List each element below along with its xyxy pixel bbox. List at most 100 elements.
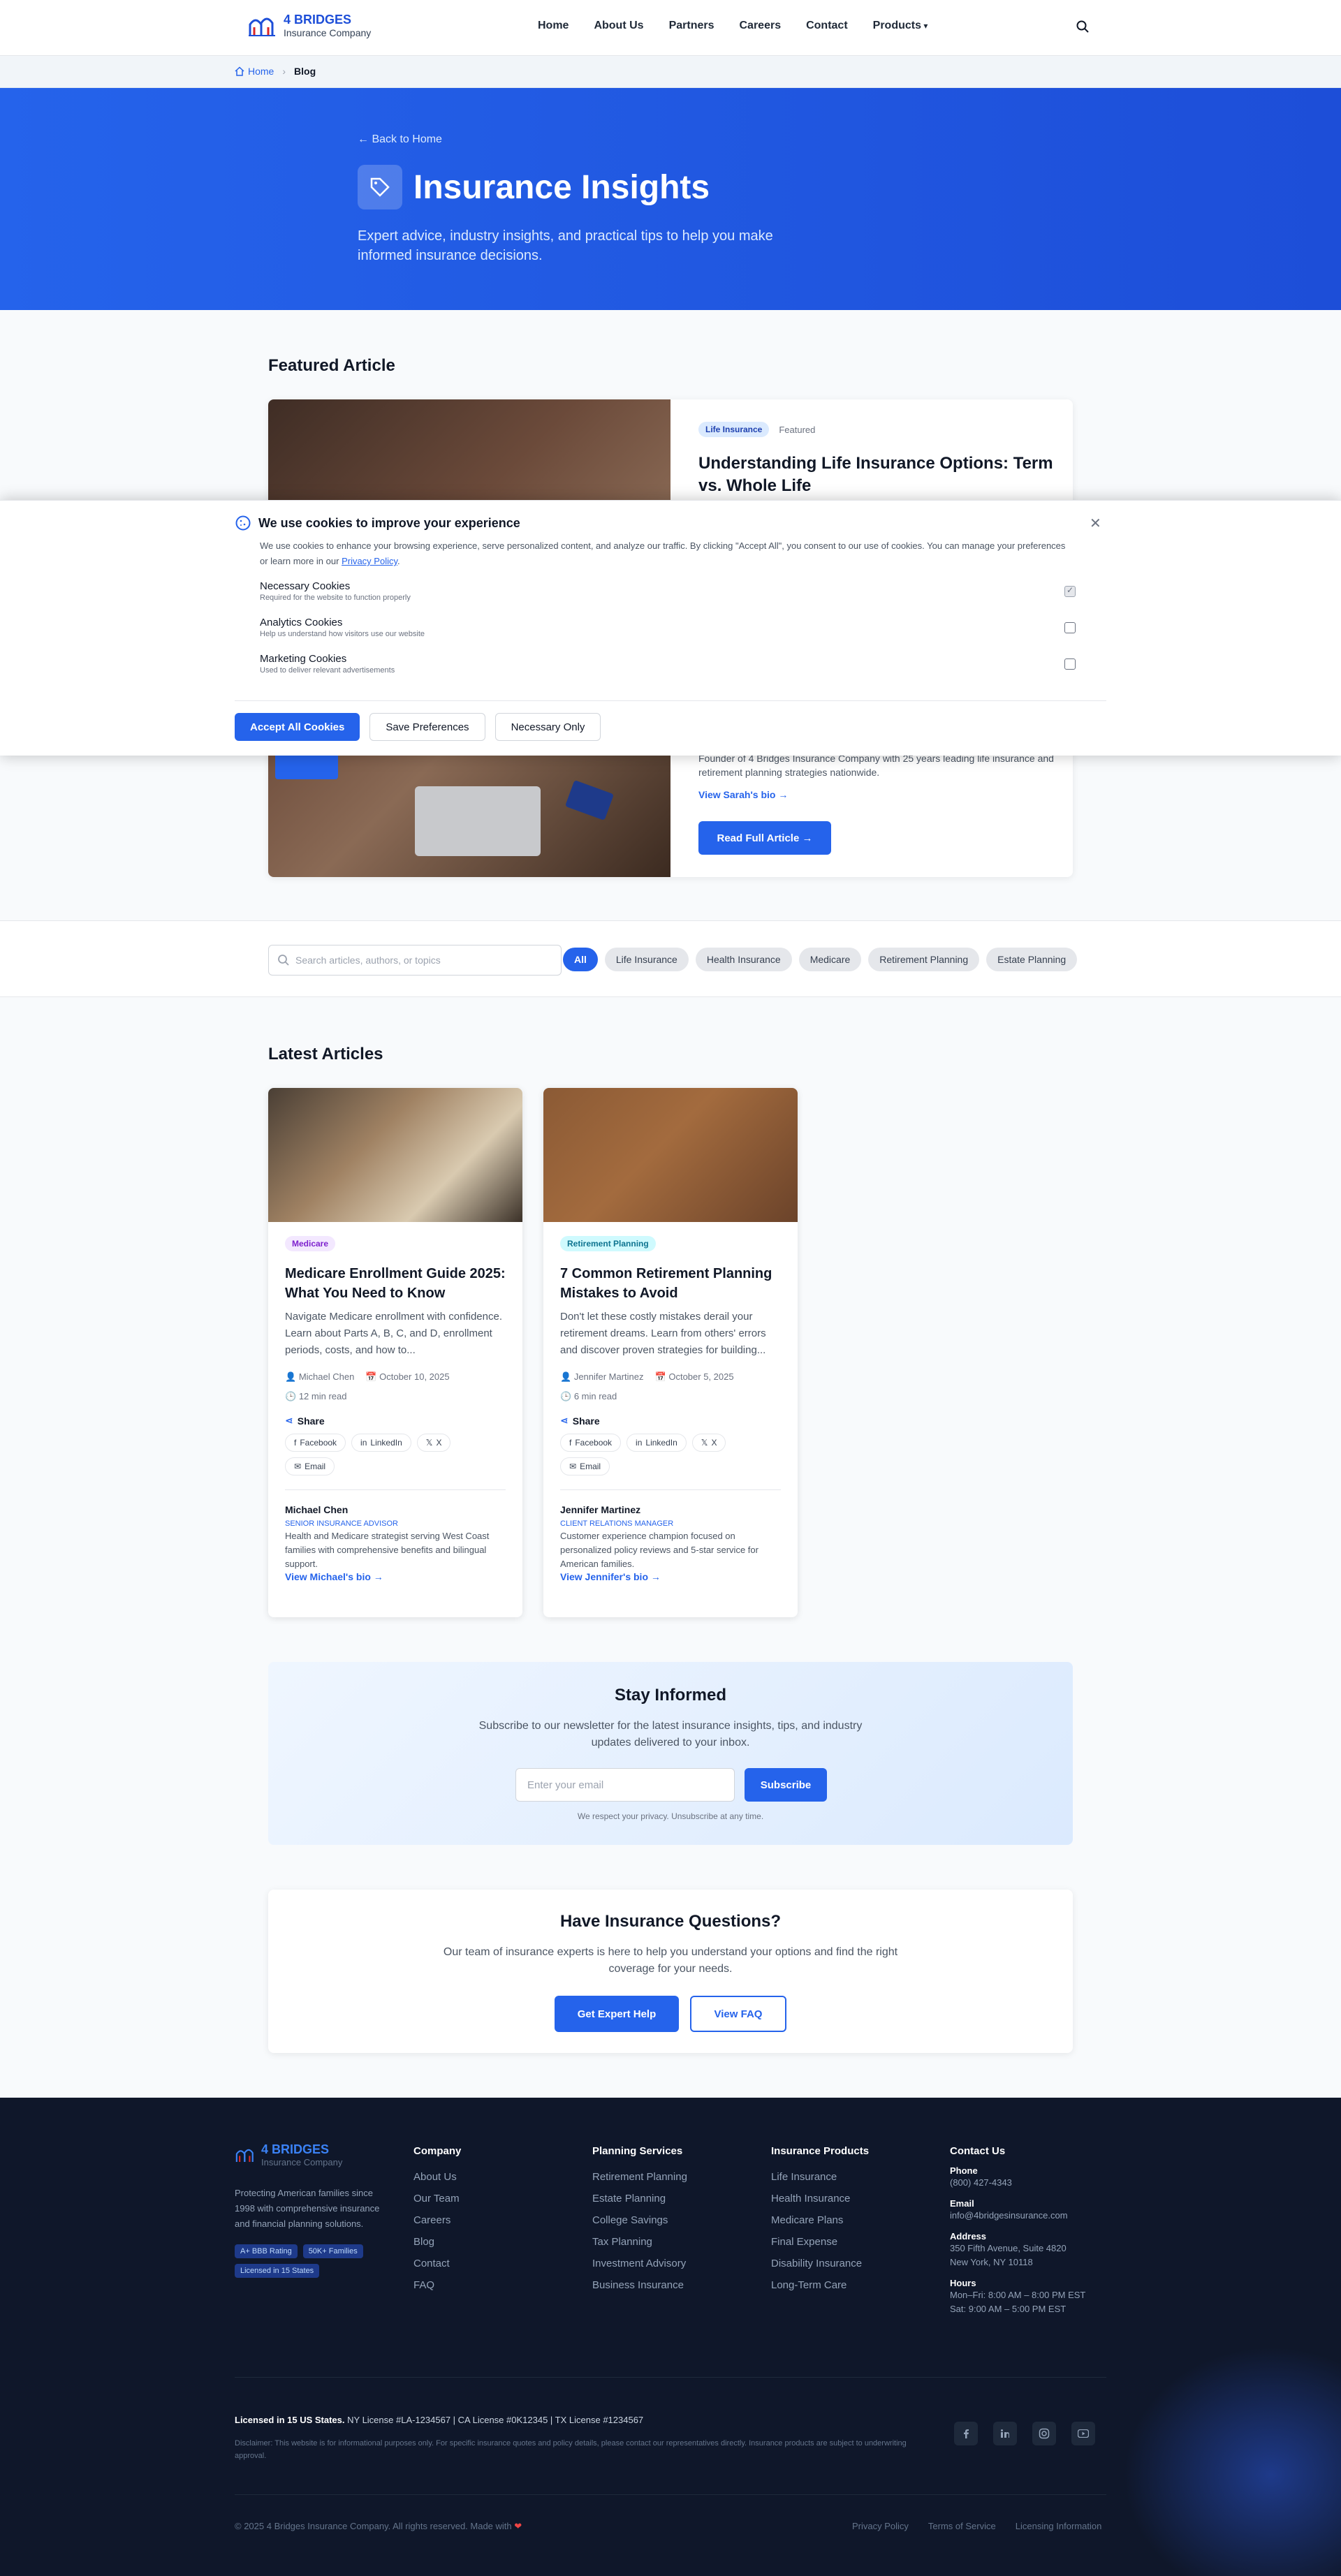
author-bio-link[interactable]: View Sarah's bio → <box>698 789 788 800</box>
licensing-info-link[interactable]: Licensing Information <box>1016 2521 1102 2531</box>
linkedin-icon[interactable] <box>993 2422 1017 2445</box>
author-bio-link[interactable]: View Jennifer's bio → <box>560 1571 661 1582</box>
nav-contact[interactable]: Contact <box>806 20 848 32</box>
footer-link[interactable]: Final Expense <box>771 2236 869 2248</box>
bridges-logo-icon <box>249 17 275 36</box>
category-filters: All Life Insurance Health Insurance Medi… <box>563 948 1078 971</box>
footer-link[interactable]: College Savings <box>592 2214 687 2226</box>
footer-link[interactable]: About Us <box>413 2171 461 2183</box>
footer-column-contact: Contact Us Phone (800) 427-4343 Email in… <box>950 2145 1085 2316</box>
footer-link[interactable]: Tax Planning <box>592 2236 687 2248</box>
filter-bar: Search articles, authors, or topics All … <box>0 920 1341 997</box>
necessary-only-button[interactable]: Necessary Only <box>494 713 601 741</box>
author-bio: Customer experience champion focused on … <box>560 1531 759 1569</box>
address-line1: 350 Fifth Avenue, Suite 4820 <box>950 2243 1067 2253</box>
hero: ← Back to Home Insurance Insights Expert… <box>0 88 1341 310</box>
youtube-icon[interactable] <box>1071 2422 1095 2445</box>
nav-products-dropdown[interactable]: Products <box>873 20 928 32</box>
license-bold: Licensed in 15 US States. <box>235 2415 345 2425</box>
cta-title: Have Insurance Questions? <box>559 1912 782 1931</box>
footer-link[interactable]: Long-Term Care <box>771 2279 869 2291</box>
email-value[interactable]: info@4bridgesinsurance.com <box>950 2209 1085 2223</box>
bridges-logo-icon <box>235 2149 254 2162</box>
search-icon[interactable] <box>1076 20 1090 34</box>
phone-label: Phone <box>950 2165 978 2176</box>
filter-all[interactable]: All <box>563 948 598 971</box>
share-x-button[interactable]: 𝕏 X <box>416 1434 451 1452</box>
read-full-article-button[interactable]: Read Full Article → <box>698 821 831 855</box>
author-bio-link[interactable]: View Michael's bio → <box>285 1571 383 1582</box>
footer-link[interactable]: FAQ <box>413 2279 461 2291</box>
footer-link[interactable]: Our Team <box>413 2193 461 2205</box>
article-search-input[interactable]: Search articles, authors, or topics <box>268 945 562 976</box>
author-name: Jennifer Martinez <box>573 1371 644 1382</box>
footer-link[interactable]: Contact <box>413 2258 461 2269</box>
filter-retirement-planning[interactable]: Retirement Planning <box>868 948 980 971</box>
newsletter-title: Stay Informed <box>614 1686 727 1705</box>
breadcrumb-home[interactable]: Home <box>235 66 274 77</box>
share-facebook-button[interactable]: f Facebook <box>285 1434 346 1452</box>
featured-article-title[interactable]: Understanding Life Insurance Options: Te… <box>698 452 1062 497</box>
nav-home[interactable]: Home <box>538 20 569 32</box>
search-icon <box>278 955 289 966</box>
privacy-policy-link[interactable]: Privacy Policy <box>342 556 397 566</box>
divider <box>285 1489 506 1490</box>
article-card[interactable]: Medicare Medicare Enrollment Guide 2025:… <box>268 1088 522 1617</box>
nav-careers[interactable]: Careers <box>739 20 781 32</box>
save-preferences-button[interactable]: Save Preferences <box>369 713 485 741</box>
share-email-button[interactable]: ✉ Email <box>285 1457 335 1475</box>
share-linkedin-button[interactable]: in LinkedIn <box>351 1434 411 1452</box>
footer-logo-name: 4 BRIDGES <box>261 2142 330 2156</box>
share-facebook-button[interactable]: f Facebook <box>560 1434 622 1452</box>
footer-link[interactable]: Disability Insurance <box>771 2258 869 2269</box>
cta-text: Our team of insurance experts is here to… <box>443 1946 898 1975</box>
accept-all-cookies-button[interactable]: Accept All Cookies <box>235 713 360 741</box>
article-title[interactable]: Medicare Enrollment Guide 2025: What You… <box>285 1264 506 1303</box>
filter-estate-planning[interactable]: Estate Planning <box>986 948 1078 971</box>
footer-link[interactable]: Health Insurance <box>771 2193 869 2205</box>
nav-partners[interactable]: Partners <box>669 20 715 32</box>
marketing-checkbox[interactable] <box>1064 658 1076 670</box>
footer-link[interactable]: Life Insurance <box>771 2171 869 2183</box>
instagram-icon[interactable] <box>1032 2422 1056 2445</box>
footer-link[interactable]: Blog <box>413 2236 461 2248</box>
date-meta: 📅 October 10, 2025 <box>365 1371 450 1382</box>
newsletter-email-input[interactable]: Enter your email <box>515 1768 735 1802</box>
share-btn-label: X <box>711 1438 717 1448</box>
filter-health-insurance[interactable]: Health Insurance <box>695 948 792 971</box>
subscribe-button[interactable]: Subscribe <box>745 1768 827 1802</box>
footer-link[interactable]: Estate Planning <box>592 2193 687 2205</box>
terms-of-service-link[interactable]: Terms of Service <box>928 2521 996 2531</box>
share-text: Share <box>572 1415 600 1427</box>
view-faq-button[interactable]: View FAQ <box>690 1996 786 2032</box>
footer-link[interactable]: Retirement Planning <box>592 2171 687 2183</box>
back-to-home-link[interactable]: ← Back to Home <box>358 133 442 146</box>
get-expert-help-button[interactable]: Get Expert Help <box>555 1996 679 2032</box>
share-linkedin-button[interactable]: in LinkedIn <box>626 1434 687 1452</box>
share-email-button[interactable]: ✉ Email <box>560 1457 610 1475</box>
bio-link-label: View Michael's bio <box>285 1571 371 1582</box>
footer-logo-subtitle: Insurance Company <box>261 2157 343 2167</box>
facebook-icon[interactable] <box>954 2422 978 2445</box>
legal-links: Privacy Policy Terms of Service Licensin… <box>852 2521 1101 2531</box>
share-icon: ⋖ <box>285 1415 293 1426</box>
author-name: Michael Chen <box>285 1504 349 1515</box>
share-label: ⋖ Share <box>560 1415 781 1427</box>
share-x-button[interactable]: 𝕏 X <box>691 1434 726 1452</box>
privacy-policy-link[interactable]: Privacy Policy <box>852 2521 909 2531</box>
close-icon[interactable]: ✕ <box>1090 515 1101 532</box>
filter-life-insurance[interactable]: Life Insurance <box>604 948 689 971</box>
analytics-checkbox[interactable] <box>1064 622 1076 633</box>
article-card[interactable]: Retirement Planning 7 Common Retirement … <box>543 1088 798 1617</box>
footer-logo[interactable]: 4 BRIDGES Insurance Company <box>235 2142 342 2167</box>
footer-link[interactable]: Investment Advisory <box>592 2258 687 2269</box>
footer-link[interactable]: Business Insurance <box>592 2279 687 2291</box>
phone-value[interactable]: (800) 427-4343 <box>950 2176 1085 2190</box>
logo[interactable]: 4 BRIDGES Insurance Company <box>247 13 371 38</box>
filter-medicare[interactable]: Medicare <box>798 948 862 971</box>
footer-link[interactable]: Careers <box>413 2214 461 2226</box>
article-title[interactable]: 7 Common Retirement Planning Mistakes to… <box>560 1264 781 1303</box>
nav-about[interactable]: About Us <box>594 20 643 32</box>
footer-link[interactable]: Medicare Plans <box>771 2214 869 2226</box>
divider <box>235 700 1106 701</box>
